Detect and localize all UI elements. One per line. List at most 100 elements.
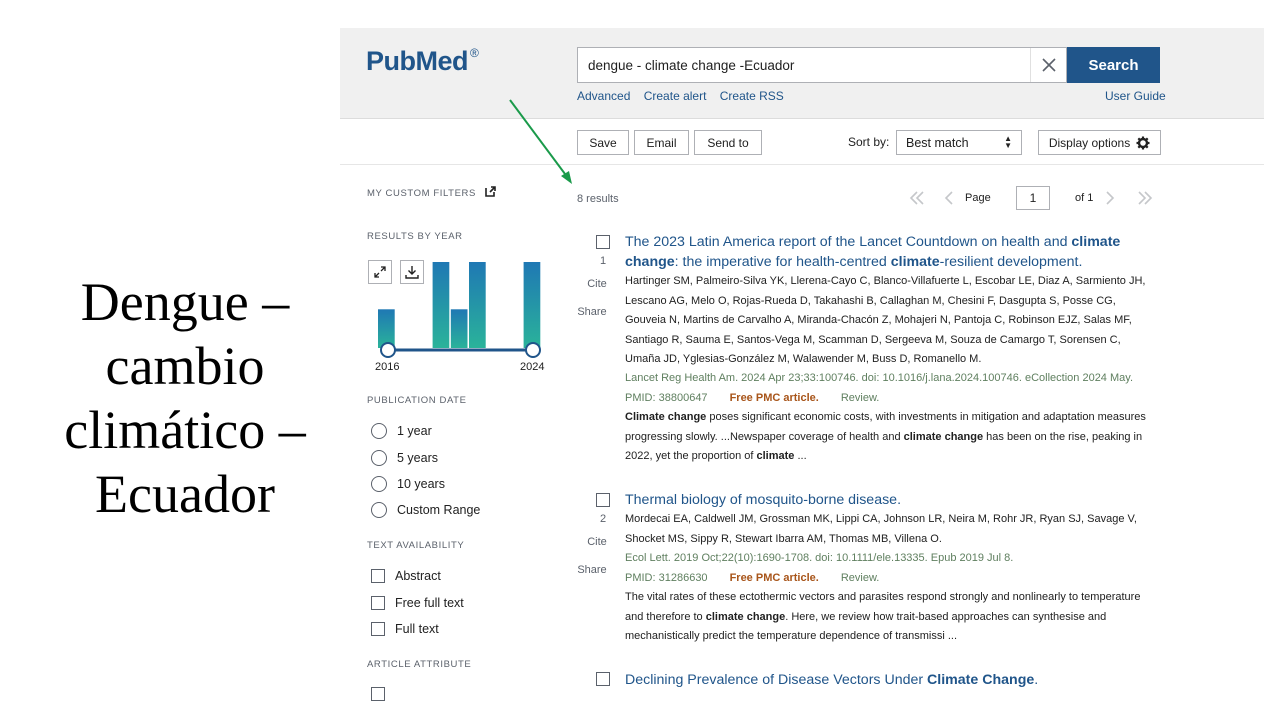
result-snippet: Climate change poses significant economi… [625, 411, 1146, 462]
date-option-label: 5 years [397, 451, 438, 465]
year-slider-end-handle[interactable] [525, 342, 541, 358]
checkbox[interactable] [371, 687, 385, 701]
result-title[interactable]: Thermal biology of mosquito-borne diseas… [625, 490, 1155, 510]
result-pmid: PMID: 38800647 [625, 392, 708, 404]
last-page-icon[interactable] [1136, 190, 1154, 206]
slide-caption: Dengue – cambio climático – Ecuador [40, 270, 330, 526]
page-input[interactable]: 1 [1016, 186, 1050, 210]
result-title[interactable]: The 2023 Latin America report of the Lan… [625, 232, 1155, 272]
sort-arrows-icon: ▲ ▼ [1004, 134, 1012, 150]
create-rss-link[interactable]: Create RSS [720, 89, 784, 103]
filter-label: Full text [395, 622, 439, 636]
gear-icon [1136, 136, 1150, 149]
save-button[interactable]: Save [577, 130, 629, 155]
send-to-button[interactable]: Send to [694, 130, 762, 155]
year-end-label: 2024 [520, 361, 545, 373]
date-option-label: 1 year [397, 424, 432, 438]
sort-select[interactable]: Best match ▲ ▼ [896, 130, 1022, 155]
text-availability-label: TEXT AVAILABILITY [367, 540, 465, 551]
caption-line: climático – [64, 400, 306, 460]
result-citation: Lancet Reg Health Am. 2024 Apr 23;33:100… [625, 372, 1134, 384]
year-bar [523, 262, 541, 348]
pubmed-screenshot: PubMed® Search Advanced Create alert Cre… [340, 28, 1264, 720]
date-option-custom-range[interactable]: Custom Range [371, 501, 480, 519]
page-total: of 1 [1075, 192, 1094, 204]
checkbox[interactable] [371, 622, 385, 636]
result-number: 2 [599, 513, 607, 525]
filter-full-text[interactable]: Full text [371, 620, 439, 638]
result-authors: Hartinger SM, Palmeiro-Silva YK, Llerena… [625, 275, 1146, 365]
page-label: Page [965, 192, 991, 204]
filter-label: Free full text [395, 596, 464, 610]
share-link[interactable]: Share [574, 564, 610, 576]
result-checkbox[interactable] [596, 235, 610, 249]
filter-free-full-text[interactable]: Free full text [371, 594, 464, 612]
date-option-5-years[interactable]: 5 years [371, 449, 438, 467]
result-type: Review. [840, 392, 880, 404]
search-input[interactable] [578, 48, 1030, 82]
article-attribute-label: ARTICLE ATTRIBUTE [367, 659, 472, 670]
create-alert-link[interactable]: Create alert [644, 89, 707, 103]
first-page-icon[interactable] [908, 190, 926, 206]
free-pmc-badge[interactable]: Free PMC article. [730, 572, 819, 584]
result-checkbox[interactable] [596, 672, 610, 686]
year-start-label: 2016 [375, 361, 400, 373]
radio-button[interactable] [371, 423, 387, 439]
filter-abstract[interactable]: Abstract [371, 567, 441, 585]
radio-button[interactable] [371, 450, 387, 466]
results-count: 8 results [577, 193, 619, 205]
result-number: 1 [599, 255, 607, 267]
caption-line: cambio [105, 336, 265, 396]
result-type: Review. [840, 572, 880, 584]
sort-label: Sort by: [848, 135, 890, 149]
clear-search-button[interactable] [1030, 48, 1066, 82]
custom-filters-label[interactable]: MY CUSTOM FILTERS [367, 186, 496, 199]
free-pmc-badge[interactable]: Free PMC article. [730, 392, 819, 404]
radio-button[interactable] [371, 476, 387, 492]
result-pmid-row: PMID: 31286630 Free PMC article. Review. [625, 572, 879, 584]
sort-value: Best match [906, 135, 969, 150]
external-link-icon [485, 186, 496, 197]
previous-page-icon[interactable] [943, 190, 955, 206]
search-box [577, 47, 1067, 83]
search-button[interactable]: Search [1067, 47, 1160, 83]
next-page-icon[interactable] [1104, 190, 1116, 206]
registered-mark: ® [470, 46, 479, 60]
result-title[interactable]: Declining Prevalence of Disease Vectors … [625, 670, 1155, 690]
result-citation: Ecol Lett. 2019 Oct;22(10):1690-1708. do… [625, 552, 1014, 564]
header: PubMed® Search Advanced Create alert Cre… [340, 28, 1264, 119]
checkbox[interactable] [371, 569, 385, 583]
publication-date-label: PUBLICATION DATE [367, 395, 467, 406]
radio-button[interactable] [371, 502, 387, 518]
custom-filters-text: MY CUSTOM FILTERS [367, 188, 476, 199]
result-pmid-row: PMID: 38800647 Free PMC article. Review. [625, 392, 879, 404]
search-sub-links: Advanced Create alert Create RSS [577, 89, 794, 103]
date-option-label: 10 years [397, 477, 445, 491]
year-bar [469, 262, 486, 348]
logo-text: PubMed [366, 46, 469, 76]
date-option-1-year[interactable]: 1 year [371, 422, 432, 440]
date-option-label: Custom Range [397, 503, 481, 517]
display-options-label: Display options [1048, 135, 1131, 150]
toolbar-divider [340, 164, 1264, 165]
results-by-year-chart[interactable] [370, 254, 550, 360]
year-bar [450, 309, 468, 348]
result-authors: Mordecai EA, Caldwell JM, Grossman MK, L… [625, 513, 1137, 545]
advanced-link[interactable]: Advanced [577, 89, 630, 103]
share-link[interactable]: Share [574, 306, 610, 318]
caption-line: Dengue – [80, 272, 290, 332]
results-by-year-label: RESULTS BY YEAR [367, 231, 463, 242]
date-option-10-years[interactable]: 10 years [371, 475, 445, 493]
close-icon [1041, 58, 1056, 72]
result-checkbox[interactable] [596, 493, 610, 507]
display-options-button[interactable]: Display options [1038, 130, 1161, 155]
pubmed-logo[interactable]: PubMed ® [366, 46, 479, 96]
year-slider-start-handle[interactable] [380, 342, 396, 358]
caption-line: Ecuador [95, 464, 275, 524]
cite-link[interactable]: Cite [579, 278, 615, 290]
cite-link[interactable]: Cite [579, 536, 615, 548]
checkbox[interactable] [371, 596, 385, 610]
email-button[interactable]: Email [634, 130, 689, 155]
user-guide-link[interactable]: User Guide [1105, 89, 1166, 103]
result-snippet: The vital rates of these ectothermic vec… [625, 591, 1141, 642]
